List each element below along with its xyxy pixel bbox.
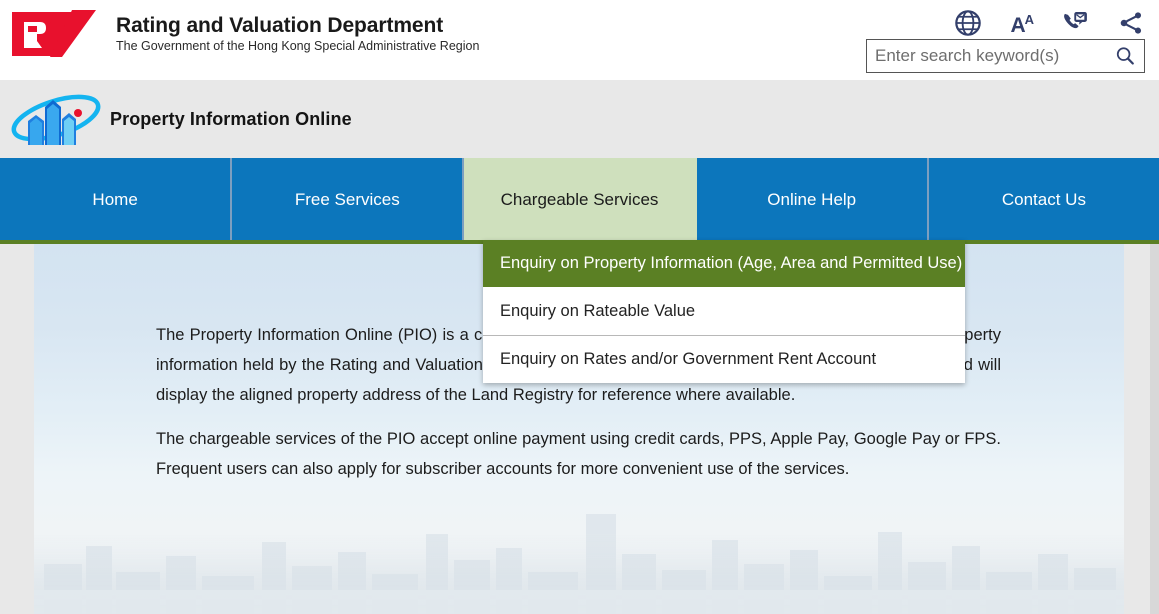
pio-title: Property Information Online	[110, 108, 352, 129]
property-information-online-logo-icon	[11, 94, 101, 145]
search-input[interactable]	[867, 40, 1106, 72]
site-header: Rating and Valuation Department The Gove…	[0, 0, 1159, 80]
main-navigation: Home Free Services Chargeable Services O…	[0, 158, 1159, 244]
brand-text: Rating and Valuation Department The Gove…	[116, 14, 479, 54]
pio-banner: Property Information Online	[0, 80, 1159, 158]
brand-block[interactable]: Rating and Valuation Department The Gove…	[10, 9, 479, 59]
globe-icon[interactable]	[954, 9, 982, 37]
government-line: The Government of the Hong Kong Special …	[116, 38, 480, 53]
nav-item-online-help[interactable]: Online Help	[696, 158, 929, 244]
search-icon	[1116, 47, 1134, 65]
font-size-icon[interactable]: AA	[1010, 6, 1034, 40]
page-root: Rating and Valuation Department The Gove…	[0, 0, 1159, 614]
page-scrollbar[interactable]	[1150, 244, 1159, 614]
chargeable-services-dropdown: Enquiry on Property Information (Age, Ar…	[483, 240, 965, 383]
search-button[interactable]	[1106, 40, 1144, 72]
paragraph-2: The chargeable services of the PIO accep…	[156, 430, 1001, 478]
rv-logo-icon	[12, 10, 96, 57]
nav-item-chargeable-services[interactable]: Chargeable Services	[464, 158, 697, 244]
dropdown-item-rates-government-rent-account[interactable]: Enquiry on Rates and/or Government Rent …	[483, 335, 965, 383]
nav-item-contact-us[interactable]: Contact Us	[928, 158, 1159, 244]
search-box[interactable]	[866, 39, 1145, 73]
nav-item-free-services[interactable]: Free Services	[232, 158, 465, 244]
utility-icon-bar: AA	[954, 6, 1145, 40]
nav-item-home[interactable]: Home	[0, 158, 233, 244]
dropdown-item-rateable-value[interactable]: Enquiry on Rateable Value	[483, 287, 965, 335]
font-size-label: A	[1010, 14, 1025, 37]
font-size-sup: A	[1024, 12, 1034, 27]
department-title: Rating and Valuation Department	[116, 14, 444, 38]
dropdown-item-property-information[interactable]: Enquiry on Property Information (Age, Ar…	[483, 240, 965, 287]
contact-icon[interactable]	[1061, 9, 1089, 37]
share-icon[interactable]	[1117, 9, 1145, 37]
